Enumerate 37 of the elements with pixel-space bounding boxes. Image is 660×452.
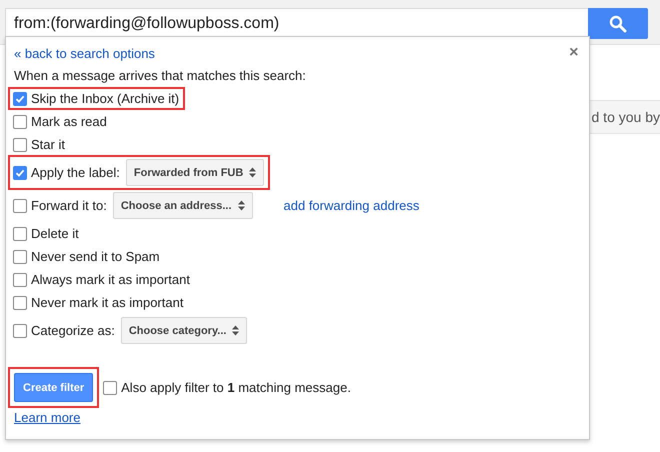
checkbox[interactable] — [13, 296, 27, 310]
option-label: Mark as read — [31, 114, 107, 129]
search-field[interactable]: from:(forwarding@followupboss.com) — [5, 8, 588, 39]
option-label: Star it — [31, 137, 65, 152]
updown-icon — [249, 167, 256, 178]
option-label: Never send it to Spam — [31, 249, 160, 264]
close-button[interactable]: × — [569, 44, 578, 62]
checkbox[interactable] — [13, 226, 27, 240]
message-text: d to you by — [592, 109, 660, 125]
checkbox[interactable] — [13, 92, 27, 106]
option-label: Apply the label: — [31, 165, 120, 180]
back-link[interactable]: « back to search options — [14, 46, 155, 60]
dropdown[interactable]: Choose an address... — [112, 192, 253, 219]
checkbox[interactable] — [13, 198, 27, 212]
updown-icon — [238, 200, 245, 211]
checkbox[interactable] — [13, 272, 27, 286]
checkbox[interactable] — [13, 250, 27, 264]
option-label: Categorize as: — [31, 323, 115, 338]
learn-more-link[interactable]: Learn more — [14, 410, 80, 425]
option-label: Delete it — [31, 226, 79, 241]
option-label: Also apply filter to 1 matching message. — [121, 380, 351, 395]
checkbox[interactable] — [103, 380, 118, 394]
checkbox[interactable] — [13, 166, 27, 180]
dropdown[interactable]: Choose category... — [120, 317, 248, 344]
checkbox[interactable] — [13, 324, 27, 338]
intro-text: When a message arrives that matches this search: — [14, 68, 307, 84]
search-icon — [609, 14, 627, 32]
option-label: Forward it to: — [31, 198, 107, 213]
updown-icon — [232, 325, 240, 336]
option-label: Always mark it as important — [31, 272, 190, 287]
dropdown[interactable]: Forwarded from FUB — [126, 159, 264, 186]
checkbox[interactable] — [13, 138, 27, 152]
add-forwarding-link[interactable]: add forwarding address — [284, 198, 420, 213]
checkbox[interactable] — [13, 114, 27, 128]
option-label: Skip the Inbox (Archive it) — [31, 91, 180, 106]
option-label: Never mark it as important — [31, 295, 184, 310]
search-button[interactable] — [588, 8, 648, 39]
